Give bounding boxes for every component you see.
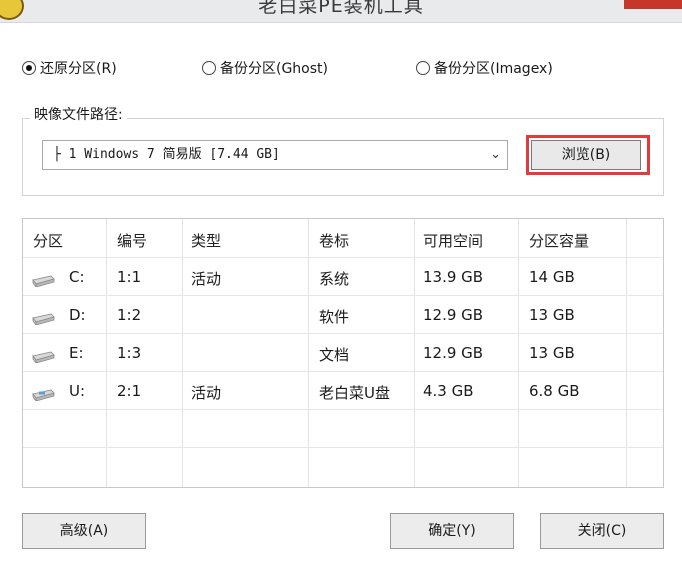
capacity: 14 GB	[529, 268, 575, 286]
partition-type: 活动	[191, 270, 222, 288]
radio-checked-icon[interactable]	[22, 61, 36, 75]
image-select-value: ├ 1 Windows 7 简易版 [7.44 GB]	[53, 147, 280, 162]
partition-table: 分区 编号 类型 卷标 可用空间 分区容量 C: 1:1 活动 系统 13.9 …	[22, 218, 664, 488]
advanced-button[interactable]: 高级(A)	[22, 513, 146, 549]
partition-number: 1:3	[117, 344, 142, 362]
partition-number: 1:2	[117, 306, 142, 324]
partition-number: 2:1	[117, 382, 142, 400]
browse-button[interactable]: 浏览(B)	[531, 140, 641, 170]
row-divider	[23, 257, 663, 258]
radio-unchecked-icon[interactable]	[202, 61, 216, 75]
row-divider	[23, 371, 663, 372]
free-space: 13.9 GB	[423, 268, 484, 286]
row-divider	[23, 409, 663, 410]
image-select-dropdown[interactable]: ├ 1 Windows 7 简易版 [7.44 GB] ⌄	[42, 140, 508, 170]
capacity: 6.8 GB	[529, 382, 580, 400]
drive-letter: C:	[69, 268, 85, 286]
column-header-capacity[interactable]: 分区容量	[529, 230, 589, 251]
radio-label: 备份分区(Ghost)	[220, 61, 328, 77]
free-space: 4.3 GB	[423, 382, 474, 400]
chevron-down-icon[interactable]: ⌄	[490, 141, 501, 169]
close-button[interactable]: 关闭(C)	[540, 513, 664, 549]
ok-button[interactable]: 确定(Y)	[390, 513, 514, 549]
drive-letter: U:	[69, 382, 86, 400]
column-header-label[interactable]: 卷标	[319, 230, 349, 251]
drive-letter: D:	[69, 306, 86, 324]
radio-backup-imagex[interactable]: 备份分区(Imagex)	[416, 58, 553, 78]
close-window-button[interactable]	[624, 0, 682, 9]
radio-label: 还原分区(R)	[40, 61, 117, 77]
free-space: 12.9 GB	[423, 344, 484, 362]
mode-radio-group: 还原分区(R) 备份分区(Ghost) 备份分区(Imagex)	[22, 58, 662, 82]
image-path-label: 映像文件路径:	[30, 104, 127, 124]
volume-label: 系统	[319, 270, 350, 288]
radio-restore-partition[interactable]: 还原分区(R)	[22, 58, 117, 78]
row-divider	[23, 333, 663, 334]
radio-label: 备份分区(Imagex)	[434, 61, 553, 77]
volume-label: 软件	[319, 308, 350, 326]
column-header-free-space[interactable]: 可用空间	[423, 230, 483, 251]
capacity: 13 GB	[529, 306, 575, 324]
drive-letter: E:	[69, 344, 84, 362]
title-bar: 老白菜PE装机工具	[0, 0, 682, 23]
column-header-type[interactable]: 类型	[191, 230, 221, 251]
partition-type: 活动	[191, 384, 222, 402]
hard-drive-icon	[32, 275, 55, 287]
column-header-number[interactable]: 编号	[117, 230, 147, 251]
free-space: 12.9 GB	[423, 306, 484, 324]
partition-number: 1:1	[117, 268, 142, 286]
window-title: 老白菜PE装机工具	[258, 0, 424, 17]
row-divider	[23, 295, 663, 296]
hard-drive-icon	[32, 351, 55, 363]
usb-drive-icon	[32, 389, 55, 401]
radio-unchecked-icon[interactable]	[416, 61, 430, 75]
capacity: 13 GB	[529, 344, 575, 362]
volume-label: 文档	[319, 346, 350, 364]
row-divider	[23, 447, 663, 448]
volume-label: 老白菜U盘	[319, 384, 390, 402]
hard-drive-icon	[32, 313, 55, 325]
column-header-partition[interactable]: 分区	[33, 230, 63, 251]
radio-backup-ghost[interactable]: 备份分区(Ghost)	[202, 58, 328, 78]
